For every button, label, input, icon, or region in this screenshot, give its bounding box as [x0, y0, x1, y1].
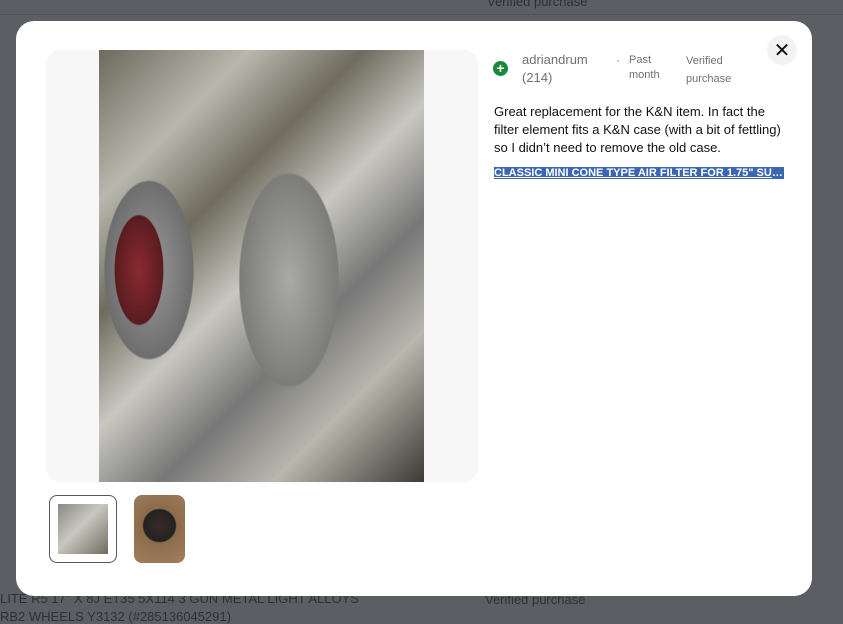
feedback-score: (214)	[522, 70, 553, 85]
review-text: Great replacement for the K&N item. In f…	[494, 104, 781, 155]
thumbnail-image	[58, 504, 108, 554]
separator: ·	[616, 53, 620, 67]
divider	[0, 14, 843, 15]
bg-text: Verified purchase	[487, 0, 588, 9]
thumbnail-1[interactable]	[49, 495, 117, 563]
main-photo-container	[46, 50, 478, 482]
close-button[interactable]: ✕	[767, 35, 797, 65]
item-link[interactable]: CLASSIC MINI CONE TYPE AIR FILTER FOR 1.…	[494, 167, 784, 179]
reviewer-name: adriandrum	[522, 52, 588, 67]
main-photo	[99, 50, 424, 482]
review-time: Past month	[629, 54, 660, 81]
reviewer: adriandrum (214)	[522, 51, 588, 87]
close-icon: ✕	[773, 39, 791, 62]
thumbnail-2[interactable]	[134, 495, 185, 563]
plus-circle-icon: +	[493, 61, 508, 76]
item-link-text[interactable]: CLASSIC MINI CONE TYPE AIR FILTER FOR 1.…	[494, 167, 784, 179]
review-photo-modal: + adriandrum (214) · Past month Verified…	[16, 21, 812, 596]
thumbnail-image	[134, 495, 185, 563]
verified-purchase: Verified purchase	[686, 55, 732, 85]
